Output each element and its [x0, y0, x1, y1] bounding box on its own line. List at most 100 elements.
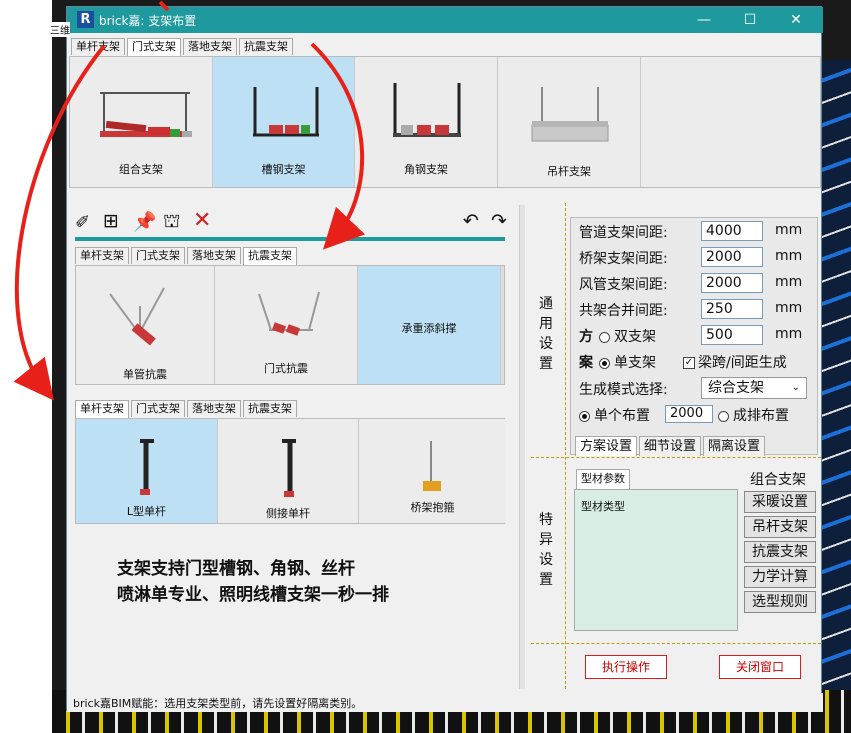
brush-icon[interactable]: ✐	[75, 212, 90, 233]
card-label: 侧接单杆	[266, 507, 310, 520]
tab-gate-support[interactable]: 门式支架	[131, 247, 185, 264]
card-gate-seismic[interactable]: 门式抗震	[215, 266, 358, 384]
label-char: 设	[539, 552, 553, 568]
maximize-button[interactable]: ☐	[727, 9, 773, 31]
tray-clamp-image	[423, 441, 441, 491]
heating-settings-button[interactable]: 采暖设置	[744, 491, 816, 513]
mode-select-value: 综合支架	[708, 380, 764, 396]
single-layout-input[interactable]: 2000	[665, 405, 713, 423]
tab-scheme-settings[interactable]: 方案设置	[575, 436, 638, 456]
channel-support-image	[253, 87, 319, 137]
single-support-radio[interactable]: 单支架	[599, 352, 656, 372]
close-window-button[interactable]: ✕	[773, 9, 819, 31]
tray-spacing-input[interactable]: 2000	[701, 247, 763, 267]
tab-detail-settings[interactable]: 细节设置	[639, 436, 702, 456]
card-label: 组合支架	[119, 163, 163, 176]
promo-line-2: 喷淋单专业、照明线槽支架一秒一排	[117, 585, 389, 605]
single-support-label: 单支架	[614, 355, 656, 371]
card-label: 吊杆支架	[547, 165, 591, 178]
label-char: 用	[539, 316, 553, 332]
divider-line	[565, 203, 566, 689]
card-rod-support[interactable]: 吊杆支架	[498, 57, 641, 187]
rod-support-image	[531, 87, 609, 142]
close-dialog-button[interactable]: 关闭窗口	[719, 655, 801, 679]
tab-profile-params[interactable]: 型材参数	[576, 469, 630, 489]
card-label: 单管抗震	[123, 368, 167, 381]
undo-icon[interactable]: ↶	[463, 210, 479, 232]
pipe-spacing-input[interactable]: 4000	[701, 221, 763, 241]
row-layout-radio[interactable]: 成排布置	[718, 405, 789, 425]
card-single-pipe-seismic[interactable]: 单管抗震	[76, 266, 215, 384]
profile-type-label: 型材类型	[581, 500, 625, 513]
card-combined-support[interactable]: 组合支架	[70, 57, 213, 187]
single-pipe-seismic-image	[109, 287, 165, 346]
card-l-single-pole[interactable]: L型单杆	[76, 419, 218, 523]
seismic-support-button[interactable]: 抗震支架	[744, 541, 816, 563]
general-settings-group: 管道支架间距: 4000 mm 桥架支架间距: 2000 mm 风管支架间距: …	[570, 217, 818, 456]
chevron-down-icon: ⌄	[791, 382, 800, 393]
tab-seismic-support[interactable]: 抗震支架	[243, 400, 297, 417]
profile-panel: 型材类型	[574, 489, 738, 631]
tab-seismic-support[interactable]: 抗震支架	[243, 247, 297, 265]
execute-button[interactable]: 执行操作	[585, 655, 667, 679]
card-channel-support[interactable]: 槽钢支架	[213, 57, 355, 187]
merge-spacing-input[interactable]: 250	[701, 299, 763, 319]
dialog-window: R brick嘉: 支架布置 — ☐ ✕ 单杆支架 门式支架 落地支架 抗震支架…	[66, 6, 823, 712]
selection-rules-button[interactable]: 选型规则	[744, 591, 816, 613]
tab-single-pole[interactable]: 单杆支架	[75, 247, 129, 264]
pin-icon[interactable]: 📌	[133, 210, 157, 233]
tab-single-pole[interactable]: 单杆支架	[75, 400, 129, 418]
divider-line	[531, 643, 821, 644]
tab-gate-support[interactable]: 门式支架	[127, 38, 181, 56]
tab-single-pole[interactable]: 单杆支架	[71, 38, 125, 55]
checkmark-icon: ✓	[683, 357, 695, 369]
promo-line-1: 支架支持门型槽钢、角钢、丝杆	[117, 559, 355, 579]
pipe-spacing-label: 管道支架间距:	[579, 225, 668, 241]
radio-selected-icon	[599, 357, 610, 369]
rod-support-button[interactable]: 吊杆支架	[744, 516, 816, 538]
mode-select[interactable]: 综合支架 ⌄	[701, 377, 807, 399]
combined-support-image	[100, 92, 192, 137]
minimize-button[interactable]: —	[681, 9, 727, 31]
tab-floor-support[interactable]: 落地支架	[187, 400, 241, 417]
beam-span-label: 梁跨/间距生成	[698, 355, 787, 371]
hanger-icon[interactable]: ⛫	[163, 210, 180, 235]
unit-label: mm	[775, 300, 803, 316]
card-label: 桥架抱箍	[410, 501, 455, 514]
redo-icon[interactable]: ↷	[491, 210, 507, 232]
card-brace-add[interactable]: 承重添斜撑	[358, 266, 501, 384]
label-char: 通	[539, 296, 553, 312]
tab-floor-support[interactable]: 落地支架	[183, 38, 237, 55]
radio-icon	[718, 410, 729, 422]
beam-span-checkbox[interactable]: ✓ 梁跨/间距生成	[683, 352, 787, 372]
angle-support-image	[393, 83, 461, 137]
l-single-pole-image	[140, 439, 154, 495]
label-char: 置	[539, 572, 553, 588]
single-layout-radio[interactable]: 单个布置	[579, 405, 650, 425]
title-bar[interactable]: R brick嘉: 支架布置 — ☐ ✕	[67, 7, 823, 33]
window-title: brick嘉: 支架布置	[99, 14, 197, 28]
tab-gate-support[interactable]: 门式支架	[131, 400, 185, 417]
double-support-label: 双支架	[614, 329, 656, 345]
teal-separator	[75, 237, 505, 241]
single-pole-gallery: L型单杆 侧接单杆 桥架抱箍	[75, 418, 506, 524]
card-tray-clamp[interactable]: 桥架抱箍	[359, 419, 506, 523]
seismic-gallery: 单管抗震 门式抗震 承重添斜撑	[75, 265, 505, 385]
double-support-input[interactable]: 500	[701, 325, 763, 345]
add-box-icon[interactable]: ⊞	[103, 210, 119, 232]
scheme-label-2: 案	[579, 355, 593, 371]
tab-seismic-support[interactable]: 抗震支架	[239, 38, 293, 55]
delete-icon[interactable]: ✕	[193, 208, 211, 233]
general-settings-label: 通 用 设 置	[538, 294, 554, 374]
card-angle-support[interactable]: 角钢支架	[355, 57, 498, 187]
card-side-single-pole[interactable]: 侧接单杆	[218, 419, 359, 523]
radio-icon	[599, 331, 610, 343]
double-support-radio[interactable]: 双支架	[599, 326, 656, 346]
mechanics-calc-button[interactable]: 力学计算	[744, 566, 816, 588]
tab-floor-support[interactable]: 落地支架	[187, 247, 241, 264]
special-settings-label: 特 异 设 置	[538, 510, 554, 590]
tab-isolation-settings[interactable]: 隔离设置	[703, 436, 766, 456]
label-char: 置	[539, 356, 553, 372]
left-scrollbar[interactable]	[519, 205, 525, 689]
duct-spacing-input[interactable]: 2000	[701, 273, 763, 293]
